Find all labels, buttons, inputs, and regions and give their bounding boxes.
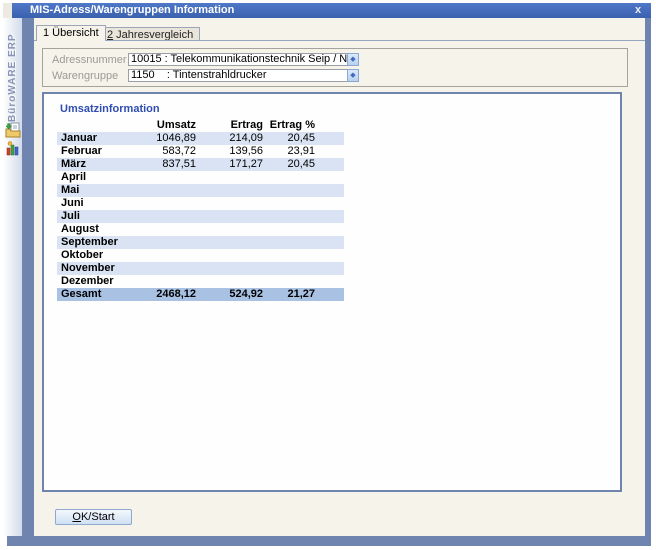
ertrag-cell: 171,27 xyxy=(196,158,263,171)
brand-vertical-text: BüroWARE ERP xyxy=(3,20,22,122)
adressnummer-label: Adressnummer xyxy=(52,54,127,66)
month-cell: April xyxy=(57,171,140,184)
table-row: April xyxy=(57,171,344,184)
umsatz-cell: 837,51 xyxy=(140,158,196,171)
report-title: Umsatzinformation xyxy=(60,103,160,115)
adressnummer-value[interactable]: 10015 : Telekommunikationstechnik Seip /… xyxy=(128,53,347,66)
month-cell: November xyxy=(57,262,140,275)
column-header-umsatz: Umsatz xyxy=(140,118,196,132)
umsatz-cell xyxy=(140,275,196,288)
ertrag-pct-cell xyxy=(263,262,315,275)
month-cell: März xyxy=(57,158,140,171)
month-cell: Juni xyxy=(57,197,140,210)
umsatz-cell: 583,72 xyxy=(140,145,196,158)
table-row: Oktober xyxy=(57,249,344,262)
ertrag-pct-cell: 23,91 xyxy=(263,145,315,158)
titlebar: MIS-Adress/Warengruppen Information x xyxy=(12,3,651,18)
table-row: Dezember xyxy=(57,275,344,288)
umsatz-cell xyxy=(140,171,196,184)
ok-start-button[interactable]: OK/Start xyxy=(55,509,132,525)
month-cell: Mai xyxy=(57,184,140,197)
table-row: September xyxy=(57,236,344,249)
month-cell: September xyxy=(57,236,140,249)
report-panel: Umsatzinformation Umsatz Ertrag Ertrag %… xyxy=(42,92,622,492)
column-header-ertrag-pct: Ertrag % xyxy=(263,118,315,132)
umsatz-cell xyxy=(140,249,196,262)
column-header-ertrag: Ertrag xyxy=(196,118,263,132)
table-header-row: Umsatz Ertrag Ertrag % xyxy=(57,118,344,132)
ertrag-pct-cell xyxy=(263,210,315,223)
window-frame-left xyxy=(22,18,34,546)
ertrag-pct-cell xyxy=(263,184,315,197)
table-row: Januar 1046,89 214,09 20,45 xyxy=(57,132,344,145)
warengruppe-field[interactable]: 1150 : Tintenstrahldrucker xyxy=(128,69,359,82)
ertrag-cell xyxy=(196,249,263,262)
table-row: Juli xyxy=(57,210,344,223)
ertrag-pct-cell: 20,45 xyxy=(263,132,315,145)
umsatz-cell xyxy=(140,197,196,210)
ertrag-pct-cell xyxy=(263,236,315,249)
warengruppe-spinner-icon[interactable] xyxy=(347,69,359,82)
ertrag-cell xyxy=(196,223,263,236)
umsatz-table: Umsatz Ertrag Ertrag % Januar 1046,89 21… xyxy=(57,118,344,301)
window-title: MIS-Adress/Warengruppen Information xyxy=(30,4,234,16)
ertrag-cell xyxy=(196,275,263,288)
ertrag-pct-cell xyxy=(263,249,315,262)
table-row: Juni xyxy=(57,197,344,210)
ertrag-pct-cell xyxy=(263,223,315,236)
umsatz-cell: 1046,89 xyxy=(140,132,196,145)
column-header-month xyxy=(57,118,140,132)
ertrag-cell xyxy=(196,197,263,210)
table-row: Februar 583,72 139,56 23,91 xyxy=(57,145,344,158)
table-row: Mai xyxy=(57,184,344,197)
umsatz-cell xyxy=(140,184,196,197)
ertrag-pct-cell xyxy=(263,275,315,288)
window-corner-block xyxy=(3,3,12,18)
import-folder-icon[interactable] xyxy=(5,122,21,138)
ertrag-pct-cell: 20,45 xyxy=(263,158,315,171)
table-row: November xyxy=(57,262,344,275)
month-cell: August xyxy=(57,223,140,236)
ertrag-pct-cell xyxy=(263,197,315,210)
fields-panel: Adressnummer 10015 : Telekommunikationst… xyxy=(42,48,628,87)
adressnummer-spinner-icon[interactable] xyxy=(347,53,359,66)
ertrag-cell xyxy=(196,210,263,223)
window-frame-right xyxy=(645,18,651,546)
tab-divider xyxy=(34,40,645,41)
month-cell: Juli xyxy=(57,210,140,223)
umsatz-cell xyxy=(140,223,196,236)
umsatz-cell xyxy=(140,262,196,275)
ertrag-cell xyxy=(196,262,263,275)
bar-chart-icon[interactable] xyxy=(5,140,21,156)
ertrag-pct-cell xyxy=(263,171,315,184)
umsatz-cell xyxy=(140,236,196,249)
total-ertrag-pct: 21,27 xyxy=(263,288,315,301)
total-row: Gesamt 2468,12 524,92 21,27 xyxy=(57,288,344,301)
warengruppe-label: Warengruppe xyxy=(52,70,118,82)
table-row: August xyxy=(57,223,344,236)
month-cell: Januar xyxy=(57,132,140,145)
month-cell: Dezember xyxy=(57,275,140,288)
ertrag-cell: 214,09 xyxy=(196,132,263,145)
month-cell: Oktober xyxy=(57,249,140,262)
ertrag-cell: 139,56 xyxy=(196,145,263,158)
close-icon[interactable]: x xyxy=(631,3,645,18)
month-cell: Februar xyxy=(57,145,140,158)
total-ertrag: 524,92 xyxy=(196,288,263,301)
ertrag-cell xyxy=(196,184,263,197)
window-frame-bottom xyxy=(7,536,651,546)
tab-uebersicht[interactable]: 1 Übersicht xyxy=(36,25,106,41)
adressnummer-field[interactable]: 10015 : Telekommunikationstechnik Seip /… xyxy=(128,53,359,66)
umsatz-cell xyxy=(140,210,196,223)
total-label: Gesamt xyxy=(57,288,140,301)
total-umsatz: 2468,12 xyxy=(140,288,196,301)
warengruppe-value[interactable]: 1150 : Tintenstrahldrucker xyxy=(128,69,347,82)
ertrag-cell xyxy=(196,171,263,184)
ertrag-cell xyxy=(196,236,263,249)
main-content: 1 Übersicht 2 Jahresvergleich Adressnumm… xyxy=(34,18,645,536)
table-row: März 837,51 171,27 20,45 xyxy=(57,158,344,171)
tab-jahresvergleich[interactable]: 2 Jahresvergleich xyxy=(100,27,200,41)
